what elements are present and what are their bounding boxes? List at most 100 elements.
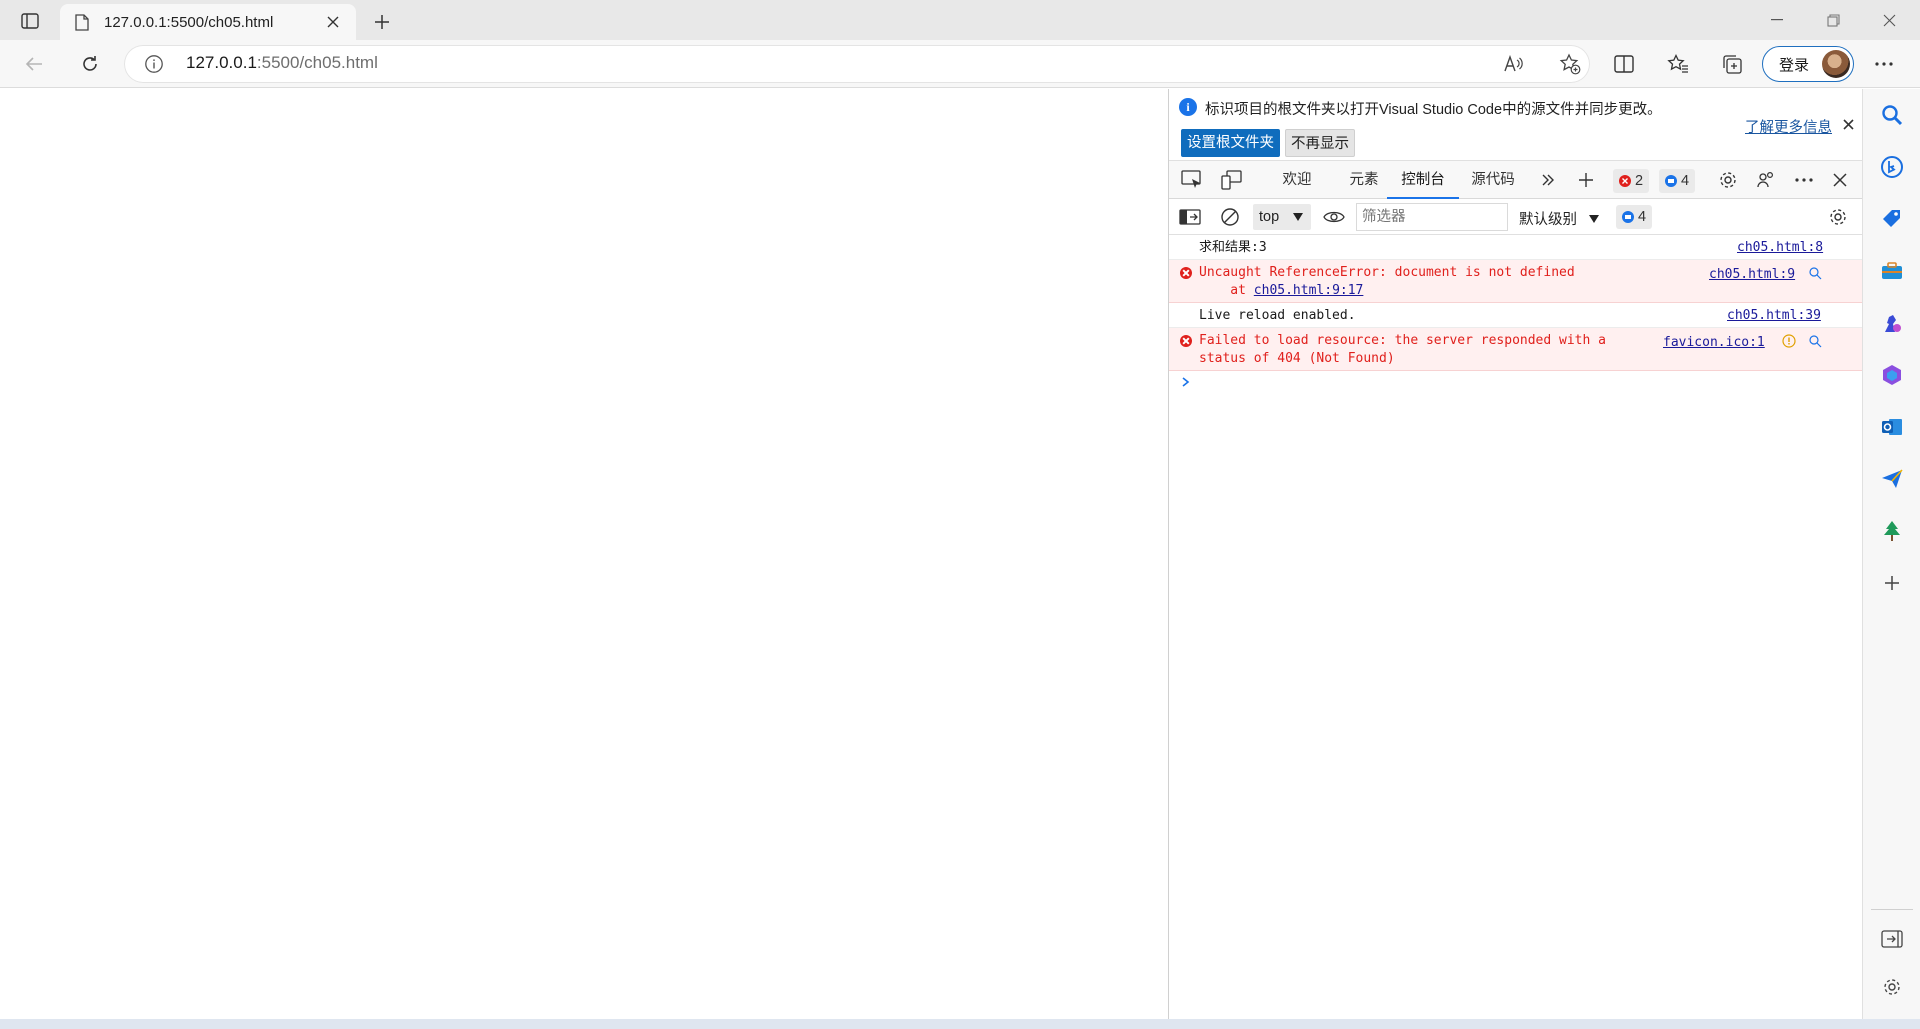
console-message: 求和结果:3 ch05.html:8 xyxy=(1169,235,1863,260)
console-message: Live reload enabled. ch05.html:39 xyxy=(1169,303,1863,328)
clear-icon xyxy=(1221,208,1239,226)
close-icon xyxy=(1833,173,1847,187)
site-info-icon[interactable] xyxy=(144,54,164,74)
address-bar[interactable]: 127.0.0.1:5500/ch05.html xyxy=(124,45,1590,83)
read-aloud-icon xyxy=(1504,55,1523,72)
close-icon xyxy=(1883,14,1895,26)
message-icon xyxy=(1665,175,1677,187)
console-message-count-badge[interactable]: 4 xyxy=(1616,205,1653,229)
collections-button[interactable] xyxy=(1714,46,1750,82)
minimize-button[interactable] xyxy=(1754,0,1800,40)
dont-show-again-button[interactable]: 不再显示 xyxy=(1285,129,1355,157)
message-text: Live reload enabled. xyxy=(1199,308,1356,323)
add-tab-button[interactable] xyxy=(1573,168,1599,192)
sidebar-send-button[interactable] xyxy=(1880,467,1904,491)
infobar-close-button[interactable] xyxy=(1839,115,1857,133)
sidebar-add-button[interactable] xyxy=(1880,571,1904,595)
sidebar-office-button[interactable] xyxy=(1880,363,1904,387)
device-icon xyxy=(1221,170,1242,190)
tab-welcome[interactable]: 欢迎 xyxy=(1269,161,1325,199)
more-button[interactable] xyxy=(1866,46,1902,82)
message-count-badge[interactable]: 4 xyxy=(1659,169,1696,193)
devtools-settings-button[interactable] xyxy=(1715,168,1741,192)
restore-icon xyxy=(1826,13,1840,27)
message-source-link[interactable]: ch05.html:39 xyxy=(1727,307,1821,325)
sidebar-settings-button[interactable] xyxy=(1880,975,1904,999)
stack-link[interactable]: ch05.html:9:17 xyxy=(1254,283,1364,298)
plus-icon xyxy=(1579,173,1593,187)
error-count-badge[interactable]: 2 xyxy=(1613,169,1650,193)
console-error-message: Uncaught ReferenceError: document is not… xyxy=(1169,260,1863,303)
console-error-message: Failed to load resource: the server resp… xyxy=(1169,328,1863,371)
browser-tab[interactable]: 127.0.0.1:5500/ch05.html xyxy=(60,4,356,40)
message-source-link[interactable]: favicon.ico:1 xyxy=(1663,334,1765,352)
page-content[interactable] xyxy=(0,89,1168,1019)
read-aloud-button[interactable] xyxy=(1502,52,1526,76)
back-button[interactable] xyxy=(16,46,52,82)
clear-console-button[interactable] xyxy=(1217,205,1243,229)
search-icon xyxy=(1882,105,1903,126)
tab-console[interactable]: 控制台 xyxy=(1387,161,1459,199)
tab-sources[interactable]: 源代码 xyxy=(1463,161,1523,199)
favorite-add-button[interactable] xyxy=(1558,52,1582,76)
favorites-button[interactable] xyxy=(1660,46,1696,82)
close-tab-button[interactable] xyxy=(322,11,344,33)
tab-elements[interactable]: 元素 xyxy=(1339,161,1389,199)
title-bar: 127.0.0.1:5500/ch05.html xyxy=(0,0,1920,40)
sidebar-tools-button[interactable] xyxy=(1880,259,1904,283)
log-levels-select[interactable]: 默认级别 xyxy=(1519,208,1600,229)
tab-actions-button[interactable] xyxy=(14,8,46,34)
new-tab-button[interactable] xyxy=(368,8,396,36)
error-count: 2 xyxy=(1635,173,1644,189)
inspect-element-button[interactable] xyxy=(1179,168,1205,192)
login-button[interactable]: 登录 xyxy=(1762,46,1854,82)
minimize-icon xyxy=(1771,19,1783,21)
live-expression-button[interactable] xyxy=(1321,205,1347,229)
set-root-folder-button[interactable]: 设置根文件夹 xyxy=(1181,129,1280,157)
sidebar-icon xyxy=(1179,209,1201,225)
sidebar-outlook-button[interactable] xyxy=(1880,415,1904,439)
refresh-button[interactable] xyxy=(72,46,108,82)
learn-more-link[interactable]: 了解更多信息 xyxy=(1745,116,1832,137)
message-source-link[interactable]: ch05.html:9 xyxy=(1709,266,1795,284)
devtools-close-button[interactable] xyxy=(1827,168,1853,192)
chevron-right-icon xyxy=(1182,377,1190,387)
message-count: 4 xyxy=(1681,173,1690,189)
send-icon xyxy=(1882,469,1903,488)
settings-icon xyxy=(1884,979,1900,995)
device-emulation-button[interactable] xyxy=(1219,168,1245,192)
search-icon[interactable] xyxy=(1808,334,1822,348)
more-tabs-button[interactable] xyxy=(1535,168,1561,192)
message-source-link[interactable]: ch05.html:8 xyxy=(1737,239,1823,257)
url-text: 127.0.0.1:5500/ch05.html xyxy=(186,53,378,73)
sidebar-search-button[interactable] xyxy=(1880,103,1904,127)
split-screen-button[interactable] xyxy=(1606,46,1642,82)
restore-button[interactable] xyxy=(1810,0,1856,40)
devtools-tabbar: 欢迎 元素 控制台 源代码 2 4 xyxy=(1169,161,1863,199)
feedback-button[interactable] xyxy=(1753,168,1779,192)
console-settings-button[interactable] xyxy=(1825,205,1851,229)
page-icon xyxy=(72,12,92,32)
favorite-add-icon xyxy=(1559,53,1581,75)
console-prompt[interactable] xyxy=(1169,371,1863,393)
sidebar-bing-button[interactable] xyxy=(1880,155,1904,179)
context-select[interactable]: top xyxy=(1253,204,1311,230)
bottom-strip xyxy=(0,1019,1920,1029)
devtools-more-button[interactable] xyxy=(1791,168,1817,192)
warning-icon[interactable] xyxy=(1782,334,1796,348)
console-filter-input[interactable] xyxy=(1356,203,1508,231)
message-detail: at ch05.html:9:17 xyxy=(1199,282,1863,300)
hide-sidebar-button[interactable] xyxy=(1880,927,1904,951)
url-path: :5500/ch05.html xyxy=(256,53,378,72)
office-icon xyxy=(1883,365,1901,385)
search-icon[interactable] xyxy=(1808,266,1822,280)
console-messages: 求和结果:3 ch05.html:8 Uncaught ReferenceErr… xyxy=(1169,235,1863,393)
close-icon xyxy=(327,16,339,28)
error-icon xyxy=(1180,335,1192,347)
sidebar-hide-icon xyxy=(1881,930,1903,948)
sidebar-tree-button[interactable] xyxy=(1880,519,1904,543)
sidebar-games-button[interactable] xyxy=(1880,311,1904,335)
console-sidebar-button[interactable] xyxy=(1177,205,1203,229)
sidebar-shopping-button[interactable] xyxy=(1880,207,1904,231)
close-window-button[interactable] xyxy=(1866,0,1912,40)
